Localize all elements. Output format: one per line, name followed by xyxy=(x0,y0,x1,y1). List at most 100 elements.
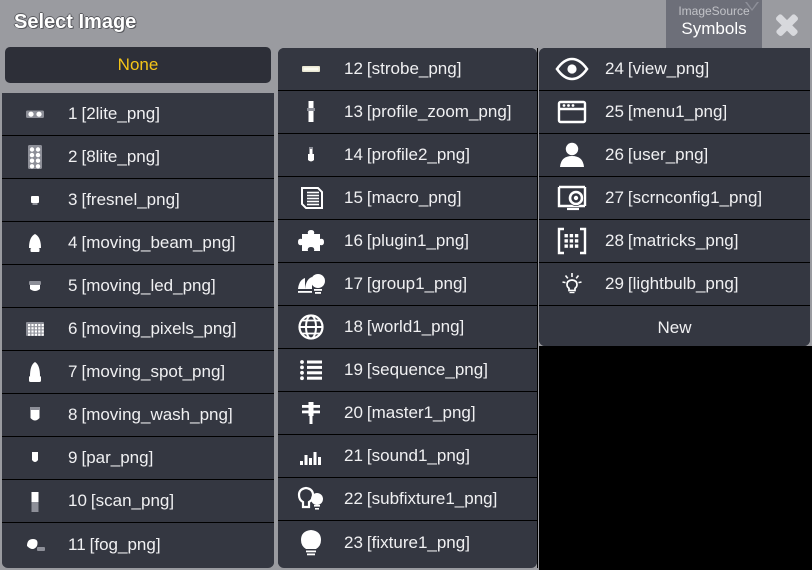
image-list-item-label: 21 [sound1_png] xyxy=(344,446,470,466)
image-list-item-filename: [par_png] xyxy=(81,448,154,467)
image-list-item[interactable]: 24 [view_png] xyxy=(539,48,810,91)
image-list-item-label: 14 [profile2_png] xyxy=(344,145,470,165)
image-list-item-number: 23 xyxy=(344,532,363,552)
image-source-tab[interactable]: ImageSource Symbols xyxy=(666,0,762,48)
image-list-item[interactable]: 6 [moving_pixels_png] xyxy=(2,308,274,351)
light-bulb-icon xyxy=(278,521,344,564)
moving-led-icon xyxy=(2,265,68,308)
image-list-item-number: 25 xyxy=(605,102,624,121)
image-list-item[interactable]: 12 [strobe_png] xyxy=(278,48,537,91)
image-list-item-number: 4 xyxy=(68,233,78,252)
image-list-item-label: 29 [lightbulb_png] xyxy=(605,274,739,294)
image-list-item-filename: [2lite_png] xyxy=(81,104,160,123)
select-image-dialog: Select Image ImageSource Symbols None 1[… xyxy=(0,0,812,570)
image-list-item[interactable]: 17 [group1_png] xyxy=(278,263,537,306)
user-icon xyxy=(539,134,605,177)
image-list-item-label: 27 [scrnconfig1_png] xyxy=(605,188,762,208)
image-list-item[interactable]: 3 [fresnel_png] xyxy=(2,179,274,222)
image-list-item[interactable]: 19 [sequence_png] xyxy=(278,349,537,392)
image-list-item-label: 2 [8lite_png] xyxy=(68,147,160,167)
moving-beam-icon xyxy=(2,222,68,265)
image-list-item-label: 13 [profile_zoom_png] xyxy=(344,102,512,122)
macro-scroll-icon xyxy=(278,177,344,220)
image-list-item-filename: [sequence_png] xyxy=(366,360,488,379)
subfixture-bulbs-icon xyxy=(278,478,344,521)
moving-wash-icon xyxy=(2,394,68,437)
image-list-item-number: 12 xyxy=(344,59,363,78)
image-list-item[interactable]: 28 [matricks_png] xyxy=(539,220,810,263)
image-list-item[interactable]: 25 [menu1_png] xyxy=(539,91,810,134)
image-list-item[interactable]: 14 [profile2_png] xyxy=(278,134,537,177)
close-button[interactable] xyxy=(768,8,806,42)
image-list-item-label: 19 [sequence_png] xyxy=(344,360,488,380)
image-list-item[interactable]: 18 [world1_png] xyxy=(278,306,537,349)
none-button-label: None xyxy=(5,47,271,83)
image-list-item-filename: [plugin1_png] xyxy=(366,231,470,250)
image-list-item-label: 3 [fresnel_png] xyxy=(68,190,180,210)
image-list-item-label: 23 [fixture1_png] xyxy=(344,533,470,553)
image-list-item-label: 24 [view_png] xyxy=(605,59,709,79)
window-menu-icon xyxy=(539,91,605,134)
chevron-down-icon[interactable] xyxy=(745,2,759,11)
image-list-item-number: 20 xyxy=(344,403,363,422)
image-list-item[interactable]: 20 [master1_png] xyxy=(278,392,537,435)
image-list-item[interactable]: 7 [moving_spot_png] xyxy=(2,351,274,394)
image-list-item[interactable]: 21 [sound1_png] xyxy=(278,435,537,478)
image-list-item-filename: [master1_png] xyxy=(366,403,476,422)
fog-icon xyxy=(2,523,68,566)
image-list-item[interactable]: 11 [fog_png] xyxy=(2,523,274,566)
image-list-item-label: 10 [scan_png] xyxy=(68,491,174,511)
image-list-item-number: 2 xyxy=(68,147,78,166)
image-list-item-filename: [profile_zoom_png] xyxy=(366,102,512,121)
list-lines-icon xyxy=(278,349,344,392)
image-list-item-filename: [sound1_png] xyxy=(366,446,470,465)
image-list-item-number: 16 xyxy=(344,231,363,250)
idea-bulb-icon xyxy=(539,263,605,306)
image-list-item[interactable]: 22 [subfixture1_png] xyxy=(278,478,537,521)
image-list-item[interactable]: 23 [fixture1_png] xyxy=(278,521,537,564)
image-list-item[interactable]: 27 [scrnconfig1_png] xyxy=(539,177,810,220)
image-list-item[interactable]: 1 [2lite_png] xyxy=(2,93,274,136)
image-list-item-filename: [fresnel_png] xyxy=(81,190,180,209)
image-list-item-filename: [moving_wash_png] xyxy=(81,405,233,424)
image-list-item-label: 17 [group1_png] xyxy=(344,274,467,294)
image-list-column-3: 24 [view_png] 25 [menu1_png] 26 [user_png] 27[… xyxy=(539,48,810,346)
image-list-item[interactable]: 26 [user_png] xyxy=(539,134,810,177)
image-list-item-number: 7 xyxy=(68,362,78,381)
image-list-item[interactable]: 13 [profile_zoom_png] xyxy=(278,91,537,134)
image-list-item-filename: [moving_spot_png] xyxy=(81,362,226,381)
image-list-item-number: 14 xyxy=(344,145,363,164)
image-list-item[interactable]: 10 [scan_png] xyxy=(2,480,274,523)
image-list-item-label: 22 [subfixture1_png] xyxy=(344,489,497,509)
image-list-item[interactable]: 16 [plugin1_png] xyxy=(278,220,537,263)
image-list-item-label: 15 [macro_png] xyxy=(344,188,461,208)
image-list-item[interactable]: 8 [moving_wash_png] xyxy=(2,394,274,437)
image-list-item[interactable]: 4 [moving_beam_png] xyxy=(2,222,274,265)
image-list-item-label: 8 [moving_wash_png] xyxy=(68,405,233,425)
image-list-item[interactable]: 9 [par_png] xyxy=(2,437,274,480)
group-bulbs-icon xyxy=(278,263,344,306)
image-list-item-filename: [strobe_png] xyxy=(366,59,462,78)
image-list-item-filename: [fog_png] xyxy=(89,534,161,554)
image-list-item-label: 20 [master1_png] xyxy=(344,403,476,423)
image-list-item-number: 1 xyxy=(68,104,78,123)
image-list-item[interactable]: 5 [moving_led_png] xyxy=(2,265,274,308)
image-list-item-number: 18 xyxy=(344,317,363,336)
image-list-item[interactable]: 15 [macro_png] xyxy=(278,177,537,220)
matrix-grid-icon xyxy=(539,220,605,263)
puzzle-piece-icon xyxy=(278,220,344,263)
image-list-item-number: 24 xyxy=(605,59,624,78)
image-list-item[interactable]: 2 [8lite_png] xyxy=(2,136,274,179)
image-list-item-number: 19 xyxy=(344,360,363,379)
image-list-item-filename: [moving_pixels_png] xyxy=(81,319,237,338)
none-button[interactable]: None xyxy=(2,44,274,86)
moving-spot-icon xyxy=(2,351,68,394)
profile-zoom-icon xyxy=(278,91,344,134)
image-list-item-label: 12 [strobe_png] xyxy=(344,59,461,79)
dialog-titlebar: Select Image ImageSource Symbols xyxy=(0,0,812,48)
sound-bars-icon xyxy=(278,435,344,478)
image-list-item-label: 5 [moving_led_png] xyxy=(68,276,216,296)
image-list-item[interactable]: 29 [lightbulb_png] xyxy=(539,263,810,306)
new-image-button[interactable]: New xyxy=(539,306,810,346)
eye-icon xyxy=(539,48,605,91)
